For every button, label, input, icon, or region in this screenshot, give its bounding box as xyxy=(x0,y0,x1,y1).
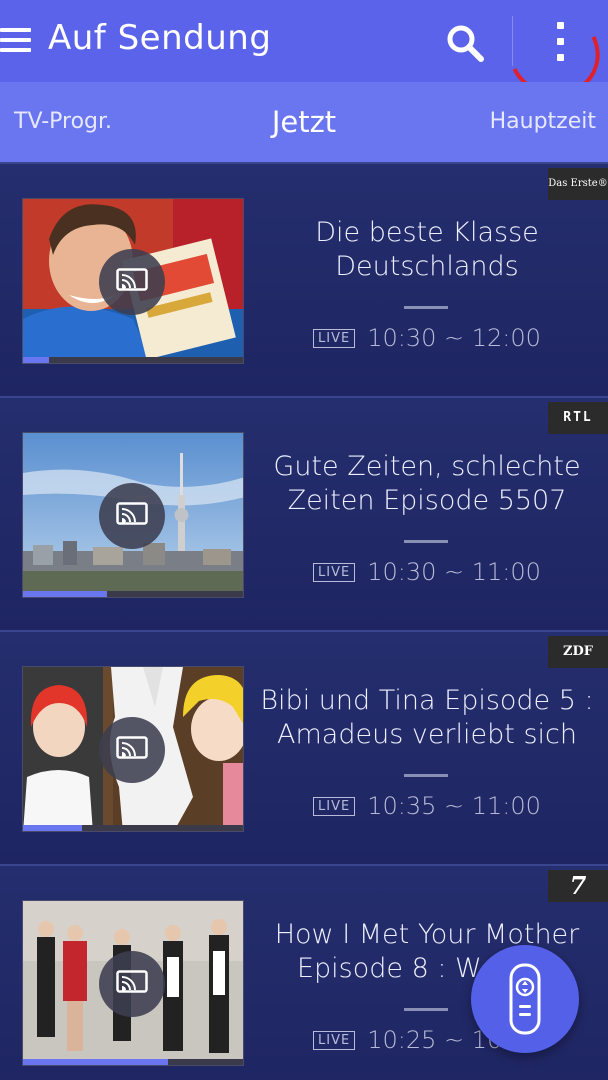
app-bar: Auf Sendung xyxy=(0,0,608,110)
program-time: 10:30 ~ 11:00 xyxy=(367,558,541,586)
tab-now[interactable]: Jetzt xyxy=(272,105,336,139)
cast-button[interactable] xyxy=(99,483,165,549)
tab-prime-time[interactable]: Hauptzeit xyxy=(490,82,596,162)
program-title: Die beste Klasse Deutschlands xyxy=(315,217,539,282)
progress-fill xyxy=(23,825,83,831)
cast-button[interactable] xyxy=(99,717,165,783)
search-icon[interactable] xyxy=(444,22,486,64)
program-title: Bibi und Tina Episode 5 : Amadeus verlie… xyxy=(260,685,594,750)
progress-fill xyxy=(23,357,50,363)
more-vert-icon[interactable] xyxy=(545,18,575,64)
cast-icon xyxy=(116,970,148,993)
tab-tv-program[interactable]: TV-Progr. xyxy=(14,82,112,162)
live-badge: LIVE xyxy=(313,796,356,816)
program-thumbnail[interactable] xyxy=(22,198,244,364)
cast-icon xyxy=(116,502,148,525)
progress-bar xyxy=(23,591,243,597)
title-separator xyxy=(404,306,448,309)
title-separator xyxy=(404,540,448,543)
remote-icon xyxy=(509,963,541,1035)
cast-button[interactable] xyxy=(99,951,165,1017)
tab-bar: TV-Progr. Jetzt Hauptzeit xyxy=(0,82,608,162)
progress-bar xyxy=(23,825,243,831)
progress-bar xyxy=(23,357,243,363)
live-badge: LIVE xyxy=(313,1030,356,1050)
program-thumbnail[interactable] xyxy=(22,666,244,832)
remote-control-button[interactable] xyxy=(471,945,579,1053)
title-separator xyxy=(404,774,448,777)
program-row[interactable]: RTL Gute Zeiten, schlechte Zeiten Episod… xyxy=(0,396,608,630)
time-line: LIVE 10:30 ~ 12:00 xyxy=(246,324,608,352)
program-thumbnail[interactable] xyxy=(22,900,244,1066)
live-badge: LIVE xyxy=(313,562,356,582)
program-info: Die beste Klasse Deutschlands LIVE 10:30 … xyxy=(246,164,608,398)
app-title: Auf Sendung xyxy=(48,18,272,58)
program-info: Bibi und Tina Episode 5 : Amadeus verlie… xyxy=(246,632,608,866)
cast-icon xyxy=(116,268,148,291)
progress-bar xyxy=(23,1059,243,1065)
program-title: Gute Zeiten, schlechte Zeiten Episode 55… xyxy=(273,451,581,516)
program-time: 10:30 ~ 12:00 xyxy=(367,324,541,352)
live-badge: LIVE xyxy=(313,328,356,348)
program-list: Das Erste® Die beste Klasse Deutschlands… xyxy=(0,162,608,1080)
cast-icon xyxy=(116,736,148,759)
time-line: LIVE 10:35 ~ 11:00 xyxy=(246,792,608,820)
cast-button[interactable] xyxy=(99,249,165,315)
menu-icon[interactable] xyxy=(0,22,32,58)
program-thumbnail[interactable] xyxy=(22,432,244,598)
program-row[interactable]: ZDF Bibi und Tina Episode 5: Amadeus ve… xyxy=(0,630,608,864)
progress-fill xyxy=(23,1059,169,1065)
title-separator xyxy=(404,1008,448,1011)
program-time: 10:35 ~ 11:00 xyxy=(367,792,541,820)
progress-fill xyxy=(23,591,107,597)
program-info: Gute Zeiten, schlechte Zeiten Episode 55… xyxy=(246,398,608,632)
program-row[interactable]: Das Erste® Die beste Klasse Deutschlands… xyxy=(0,162,608,396)
time-line: LIVE 10:30 ~ 11:00 xyxy=(246,558,608,586)
